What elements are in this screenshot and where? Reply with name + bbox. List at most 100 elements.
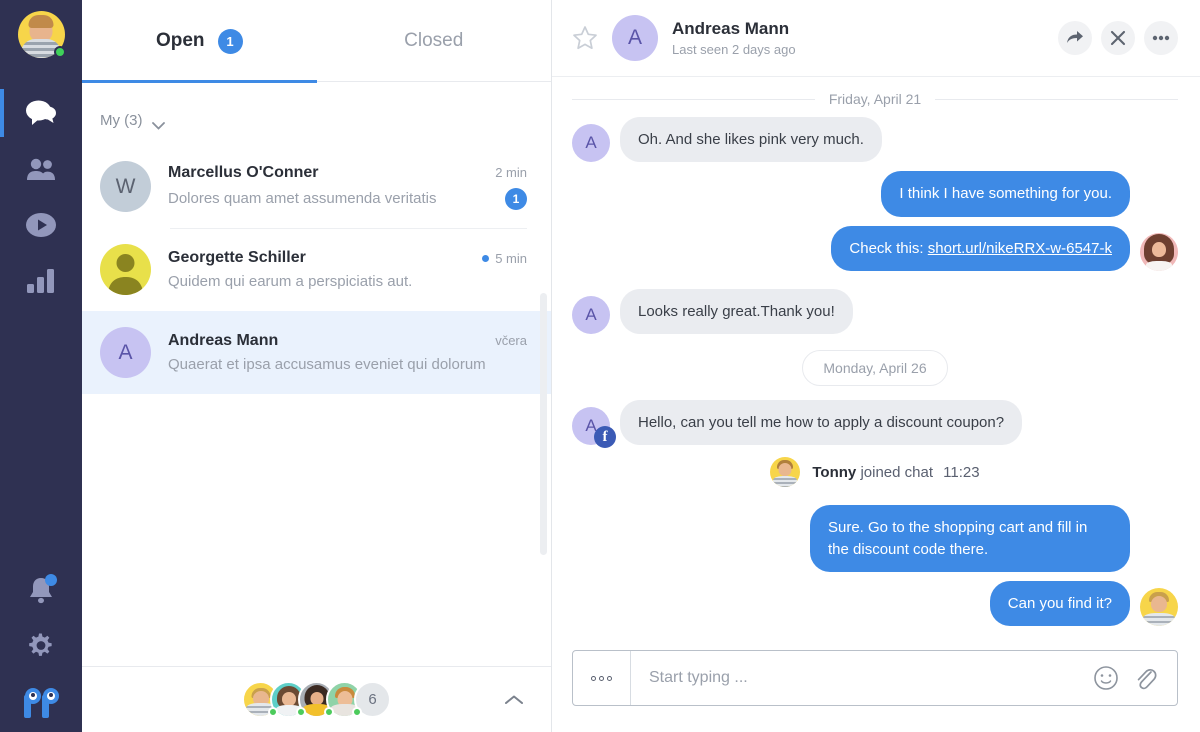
- message-link[interactable]: short.url/nikeRRX-w-6547-k: [928, 240, 1112, 257]
- forward-arrow-icon[interactable]: [1058, 21, 1092, 55]
- timestamp-text: 2 min: [495, 164, 527, 180]
- sidebar-item-recordings[interactable]: [0, 197, 82, 253]
- list-item-top-row: Marcellus O'Conner 2 min: [168, 164, 527, 182]
- bell-icon: [28, 573, 57, 604]
- avatar: A: [572, 296, 610, 335]
- avatar-letter: A: [585, 305, 597, 325]
- ellipsis-icon[interactable]: [1144, 21, 1178, 55]
- conversation-items: W Marcellus O'Conner 2 min Dolores quam …: [82, 145, 551, 666]
- message-bubble[interactable]: I think I have something for you.: [881, 171, 1130, 217]
- list-item[interactable]: W Marcellus O'Conner 2 min Dolores quam …: [82, 145, 551, 228]
- composer-actions: [1093, 651, 1177, 705]
- composer-area: [552, 650, 1200, 732]
- list-item-body: Georgette Schiller 5 min Quidem qui earu…: [168, 249, 527, 290]
- list-item-bottom-row: Dolores quam amet assumenda veritatis 1: [168, 187, 527, 210]
- system-event-row: Tonny joined chat 11:23: [572, 457, 1178, 488]
- close-x-icon[interactable]: [1101, 21, 1135, 55]
- collapse-agents-button[interactable]: [501, 687, 527, 713]
- avatar-letter: A: [118, 340, 133, 364]
- sidebar-item-contacts[interactable]: [0, 141, 82, 197]
- sidebar-item-chats[interactable]: [0, 85, 82, 141]
- conversation-list-scrollbar[interactable]: [540, 293, 547, 555]
- list-item-selected[interactable]: A Andreas Mann včera Quaerat et ipsa acc…: [82, 311, 551, 394]
- sidebar-item-statistics[interactable]: [0, 253, 82, 309]
- message-list: Friday, April 21 A Oh. And she likes pin…: [552, 77, 1200, 650]
- conversation-list-panel: Open 1 Closed My (3) W Marcellus O'Conne…: [82, 0, 552, 732]
- play-circle-icon: [26, 213, 56, 237]
- tab-open[interactable]: Open 1: [82, 0, 317, 83]
- bar-chart-icon: [27, 269, 55, 293]
- silhouette-icon: [108, 254, 143, 295]
- tab-open-badge: 1: [217, 28, 243, 54]
- list-item[interactable]: Georgette Schiller 5 min Quidem qui earu…: [82, 228, 551, 311]
- emoji-smiley-icon[interactable]: [1093, 665, 1119, 691]
- page-title: Andreas Mann: [672, 19, 790, 38]
- avatar-image: [770, 457, 800, 488]
- contact-name: Andreas Mann: [168, 332, 279, 349]
- message-bubble[interactable]: Hello, can you tell me how to apply a di…: [620, 400, 1023, 446]
- message-row: Can you find it?: [572, 581, 1178, 627]
- online-status-dot: [268, 707, 278, 717]
- avatar-image: [1140, 233, 1178, 271]
- message-input[interactable]: [631, 651, 1093, 705]
- avatar: [1140, 588, 1178, 627]
- system-event-user: Tonny: [812, 463, 857, 481]
- date-separator-label: Friday, April 21: [828, 91, 922, 107]
- list-item-body: Marcellus O'Conner 2 min Dolores quam am…: [168, 164, 527, 210]
- contacts-icon: [26, 158, 56, 181]
- nav-rail-items: [0, 85, 82, 309]
- avatar: [100, 244, 151, 295]
- chat-panel: A Andreas Mann Last seen 2 days ago Frid…: [552, 0, 1200, 732]
- message-preview: Dolores quam amet assumenda veritatis: [168, 190, 437, 207]
- online-status-dot: [352, 707, 362, 717]
- logo-letter-p-2: [41, 688, 59, 718]
- divider-line: [935, 98, 1178, 100]
- message-composer: [572, 650, 1178, 706]
- contact-name: Marcellus O'Conner: [168, 163, 319, 181]
- tab-closed-label: Closed: [404, 30, 464, 51]
- notification-badge: [45, 573, 57, 586]
- timestamp-text: 5 min: [495, 251, 527, 266]
- avatar-letter: A: [627, 26, 642, 49]
- avatar: [770, 457, 801, 488]
- message-bubble[interactable]: Oh. And she likes pink very much.: [620, 117, 882, 163]
- chevron-up-icon: [505, 695, 523, 704]
- sidebar-item-notifications[interactable]: [0, 562, 82, 618]
- dots-glyph: [591, 675, 612, 681]
- conversation-tabs: Open 1 Closed: [82, 0, 552, 83]
- date-separator: Friday, April 21: [572, 91, 1178, 107]
- list-item-bottom-row: Quidem qui earum a perspiciatis aut.: [168, 273, 527, 290]
- system-event-action: joined chat: [860, 463, 933, 481]
- sidebar-item-settings[interactable]: [0, 618, 82, 674]
- date-separator-pill: Monday, April 26: [802, 350, 948, 387]
- list-item-body: Andreas Mann včera Quaerat et ipsa accus…: [168, 332, 527, 373]
- list-item-bottom-row: Quaerat et ipsa accusamus eveniet qui do…: [168, 356, 527, 373]
- message-preview: Quaerat et ipsa accusamus eveniet qui do…: [168, 356, 486, 373]
- unread-badge: 1: [505, 187, 527, 210]
- last-seen-status: Last seen 2 days ago: [672, 42, 796, 57]
- unread-dot: [482, 255, 490, 262]
- message-row: A f Hello, can you tell me how to apply …: [572, 400, 1178, 449]
- avatar: A: [100, 327, 151, 378]
- list-item-top-row: Georgette Schiller 5 min: [168, 249, 527, 267]
- paperclip-icon[interactable]: [1133, 665, 1159, 691]
- app-logo[interactable]: [23, 688, 59, 718]
- divider-line: [572, 98, 815, 100]
- message-bubble[interactable]: Sure. Go to the shopping cart and fill i…: [810, 505, 1130, 573]
- agent-avatar-stack[interactable]: 6: [242, 681, 391, 718]
- tab-closed[interactable]: Closed: [317, 0, 552, 82]
- message-bubble[interactable]: Check this: short.url/nikeRRX-w-6547-k: [831, 225, 1130, 271]
- chat-header-actions: [1058, 21, 1178, 55]
- message-row: I think I have something for you.: [572, 171, 1178, 217]
- tab-open-label: Open: [155, 30, 205, 51]
- nav-rail-bottom: [0, 562, 82, 732]
- quick-replies-icon[interactable]: [573, 651, 631, 705]
- gear-icon: [28, 633, 54, 659]
- current-user-avatar[interactable]: [17, 11, 66, 58]
- star-outline-icon[interactable]: [572, 25, 598, 51]
- message-preview: Quidem qui earum a perspiciatis aut.: [168, 273, 413, 290]
- message-bubble[interactable]: Can you find it?: [989, 581, 1130, 627]
- timestamp-text: včera: [495, 333, 527, 348]
- message-bubble[interactable]: Looks really great.Thank you!: [620, 288, 853, 335]
- group-header-my[interactable]: My (3): [82, 82, 551, 145]
